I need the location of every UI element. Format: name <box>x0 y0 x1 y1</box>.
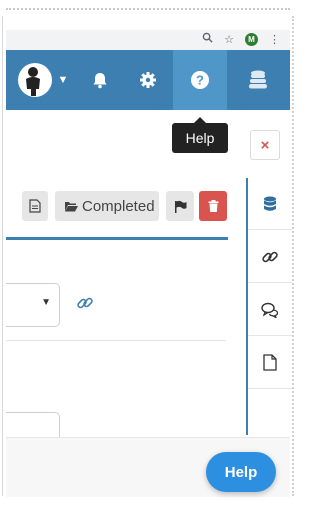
link-icon <box>262 251 278 262</box>
document-icon <box>263 354 277 371</box>
completed-label: Completed <box>82 197 155 215</box>
folder-open-icon <box>65 201 78 211</box>
dropdown-select[interactable]: ▼ <box>6 283 60 327</box>
section-divider-active <box>6 237 228 240</box>
side-tab-links[interactable] <box>248 231 292 283</box>
trash-icon <box>208 200 218 212</box>
chevron-down-icon: ▼ <box>57 74 69 86</box>
notifications-button[interactable] <box>78 50 122 110</box>
help-widget-button[interactable]: Help <box>206 452 276 492</box>
file-icon <box>29 199 41 213</box>
side-tab-document[interactable] <box>248 337 292 389</box>
gear-icon <box>140 72 156 88</box>
help-nav-button[interactable]: ? <box>173 50 227 110</box>
app-top-navbar: ▼ ? <box>6 50 290 110</box>
form-divider <box>6 340 226 341</box>
data-sources-button[interactable] <box>228 50 288 110</box>
more-vert-icon[interactable]: ⋮ <box>269 33 280 46</box>
flag-icon <box>174 200 186 213</box>
window-dotted-border-top <box>6 8 290 10</box>
side-tab-comments[interactable] <box>248 284 292 336</box>
svg-text:?: ? <box>196 73 204 88</box>
star-icon[interactable]: ☆ <box>224 33 234 46</box>
question-icon: ? <box>191 71 209 89</box>
help-tooltip: Help <box>172 117 228 153</box>
link-icon <box>77 297 93 309</box>
document-button[interactable] <box>22 191 48 221</box>
close-button[interactable]: × <box>250 130 280 160</box>
user-menu[interactable]: ▼ <box>12 50 74 110</box>
database-icon <box>264 196 276 211</box>
profile-avatar[interactable]: M <box>245 32 258 46</box>
delete-button[interactable] <box>199 191 227 221</box>
settings-button[interactable] <box>126 50 170 110</box>
database-icon <box>249 70 267 89</box>
browser-address-bar: ☆ M ⋮ <box>6 30 290 50</box>
window-border-left <box>2 16 3 496</box>
window-dotted-border-right <box>292 16 294 496</box>
flag-button[interactable] <box>166 191 194 221</box>
link-action-button[interactable] <box>76 294 94 317</box>
zoom-icon[interactable] <box>202 32 213 46</box>
side-tab-database[interactable] <box>248 178 292 230</box>
user-avatar-icon <box>17 63 52 97</box>
completed-status-button[interactable]: Completed <box>55 191 159 221</box>
caret-down-icon: ▼ <box>41 297 51 308</box>
bell-icon <box>93 73 107 89</box>
comments-icon <box>261 302 279 318</box>
